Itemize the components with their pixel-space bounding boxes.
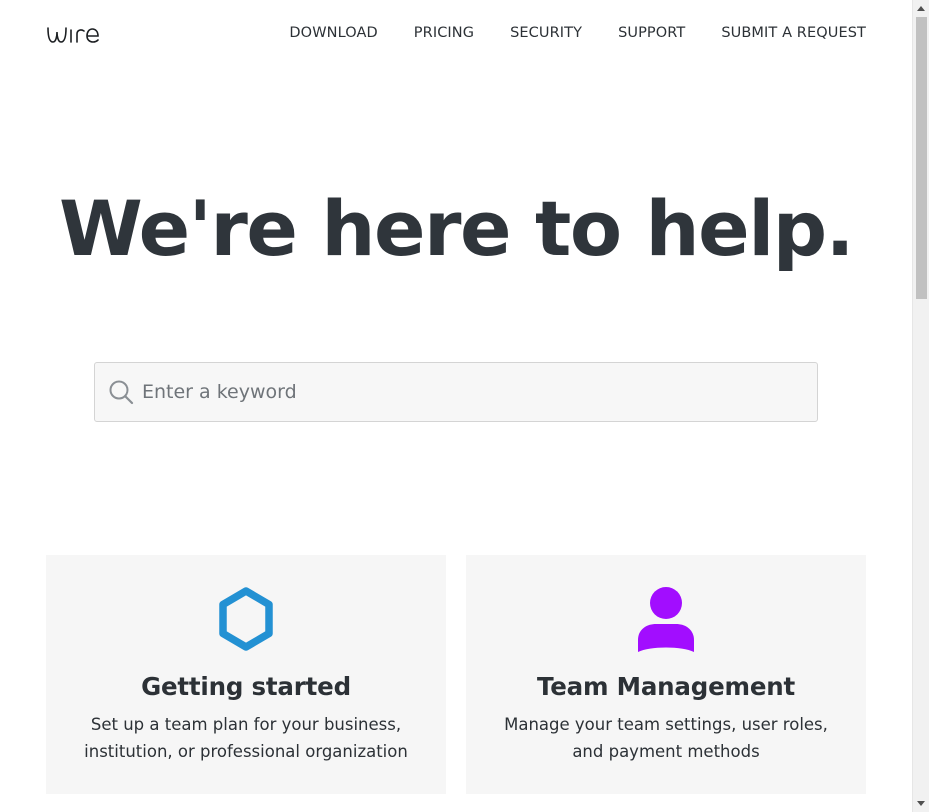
main-nav: DOWNLOAD PRICING SECURITY SUPPORT SUBMIT… xyxy=(289,25,866,41)
card-description: Set up a team plan for your business, in… xyxy=(84,715,408,761)
card-team-management[interactable]: Team Management Manage your team setting… xyxy=(466,555,866,794)
card-description: Manage your team settings, user roles, a… xyxy=(504,715,828,761)
nav-submit-request[interactable]: SUBMIT A REQUEST xyxy=(721,25,866,41)
hexagon-icon xyxy=(219,587,273,651)
hero-title: We're here to help. xyxy=(58,184,855,273)
card-title: Getting started xyxy=(141,672,351,701)
nav-security[interactable]: SECURITY xyxy=(510,25,582,41)
scroll-down-arrow-icon[interactable] xyxy=(917,801,925,806)
wire-logo[interactable] xyxy=(46,22,100,46)
scrollbar-thumb[interactable] xyxy=(916,17,927,299)
nav-download[interactable]: DOWNLOAD xyxy=(289,25,377,41)
nav-pricing[interactable]: PRICING xyxy=(414,25,474,41)
user-icon xyxy=(638,587,694,652)
card-getting-started[interactable]: Getting started Set up a team plan for y… xyxy=(46,555,446,794)
scroll-up-arrow-icon[interactable] xyxy=(917,6,925,11)
search-box[interactable] xyxy=(94,362,818,422)
category-cards: Getting started Set up a team plan for y… xyxy=(46,555,866,794)
nav-support[interactable]: SUPPORT xyxy=(618,25,685,41)
wire-logo-icon xyxy=(47,27,99,43)
vertical-scrollbar[interactable] xyxy=(912,0,929,812)
search-input[interactable] xyxy=(142,363,782,421)
card-title: Team Management xyxy=(536,672,795,701)
search-icon xyxy=(109,380,134,405)
page: DOWNLOAD PRICING SECURITY SUPPORT SUBMIT… xyxy=(0,0,912,812)
